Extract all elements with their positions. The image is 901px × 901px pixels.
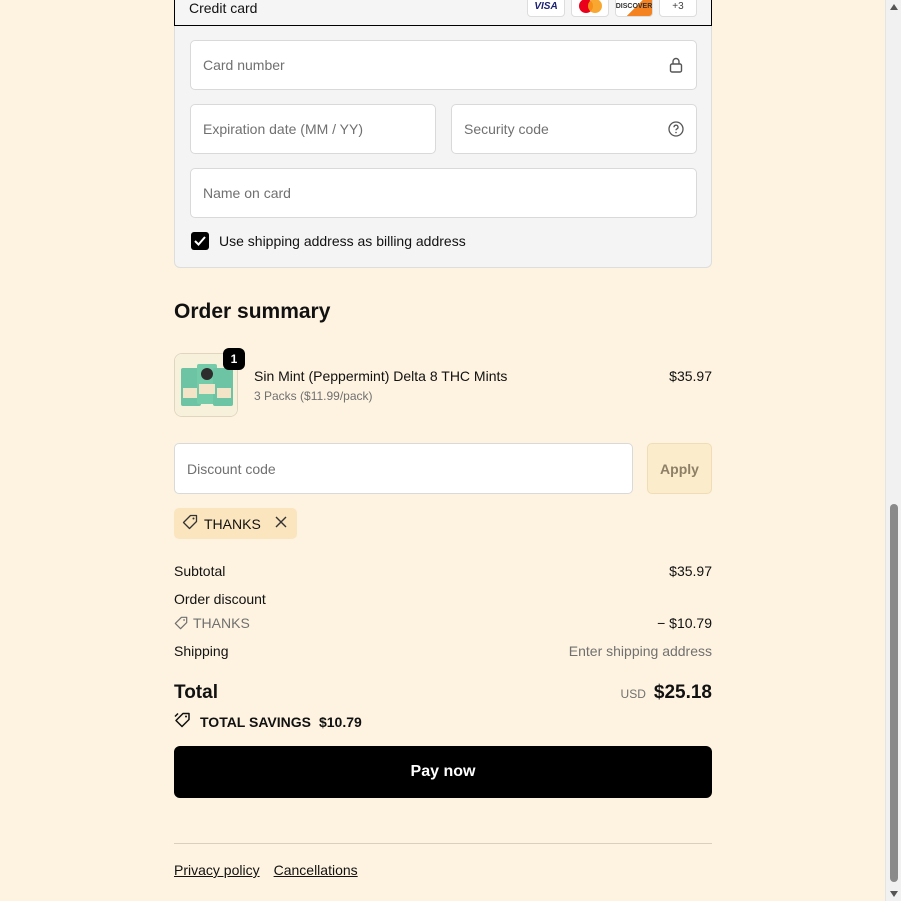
total-value: $25.18 xyxy=(653,682,712,703)
cancellations-link[interactable]: Cancellations xyxy=(274,862,358,878)
discover-logo-icon: DISCOVER xyxy=(615,0,653,17)
subtotal-row: Subtotal $35.97 xyxy=(174,563,712,579)
currency-code: USD xyxy=(620,687,646,701)
billing-checkbox[interactable] xyxy=(191,232,209,250)
shipping-row: Shipping Enter shipping address xyxy=(174,643,712,659)
scroll-thumb[interactable] xyxy=(890,504,898,882)
billing-address-option[interactable]: Use shipping address as billing address xyxy=(191,232,466,250)
visa-logo-icon: VISA xyxy=(527,0,565,17)
savings-value: $10.79 xyxy=(318,713,362,730)
discount-code-placeholder: Discount code xyxy=(187,460,276,477)
name-on-card-placeholder: Name on card xyxy=(203,185,291,201)
expiration-placeholder: Expiration date (MM / YY) xyxy=(203,121,364,137)
remove-discount-icon[interactable] xyxy=(275,515,287,533)
mastercard-logo-icon xyxy=(571,0,609,17)
card-form: Card number Expiration date (MM / YY) Se… xyxy=(174,26,712,268)
card-logos: VISA DISCOVER +3 xyxy=(527,0,697,17)
name-on-card-field[interactable]: Name on card xyxy=(190,168,697,218)
payment-method-label: Credit card xyxy=(189,0,258,16)
applied-code-label: THANKS xyxy=(204,515,261,532)
card-number-placeholder: Card number xyxy=(203,57,285,73)
lock-icon xyxy=(668,57,684,73)
payment-method-header[interactable]: Credit card VISA DISCOVER +3 xyxy=(174,0,712,26)
tag-icon xyxy=(174,712,192,731)
tag-icon xyxy=(182,514,198,533)
footer-links: Privacy policy Cancellations xyxy=(174,862,358,878)
apply-discount-button[interactable]: Apply xyxy=(647,443,712,494)
shipping-label: Shipping xyxy=(174,643,229,659)
billing-checkbox-label: Use shipping address as billing address xyxy=(219,233,466,249)
help-icon[interactable] xyxy=(668,121,684,137)
product-variant: 3 Packs ($11.99/pack) xyxy=(254,389,373,403)
discount-code-row: THANKS − $10.79 xyxy=(174,615,712,631)
product-name: Sin Mint (Peppermint) Delta 8 THC Mints xyxy=(254,368,508,384)
privacy-policy-link[interactable]: Privacy policy xyxy=(174,862,260,878)
total-amount-wrap: USD $25.18 xyxy=(621,682,712,704)
order-discount-label: Order discount xyxy=(174,591,266,607)
shipping-value: Enter shipping address xyxy=(568,643,712,659)
discount-code-input[interactable]: Discount code xyxy=(174,443,633,494)
total-savings: TOTAL SAVINGS $10.79 xyxy=(174,712,362,731)
order-summary-heading: Order summary xyxy=(174,300,331,323)
applied-discount-chip: THANKS xyxy=(174,508,297,539)
total-label: Total xyxy=(174,682,218,703)
total-row: Total USD $25.18 xyxy=(174,682,712,704)
subtotal-label: Subtotal xyxy=(174,563,226,579)
quantity-badge: 1 xyxy=(223,348,245,370)
discount-code-text: THANKS xyxy=(193,615,250,631)
footer-divider xyxy=(174,843,712,844)
discount-code-line: THANKS xyxy=(174,615,250,631)
product-price: $35.97 xyxy=(669,368,712,384)
tag-icon xyxy=(174,616,188,630)
security-code-placeholder: Security code xyxy=(464,121,549,137)
order-discount-row: Order discount xyxy=(174,591,712,607)
pay-now-button[interactable]: Pay now xyxy=(174,746,712,798)
line-item: 1 Sin Mint (Peppermint) Delta 8 THC Mint… xyxy=(174,348,712,418)
scroll-down-icon[interactable] xyxy=(890,891,898,897)
check-icon xyxy=(194,236,206,246)
savings-label: TOTAL SAVINGS xyxy=(200,713,311,730)
scroll-up-icon[interactable] xyxy=(890,4,898,10)
security-code-field[interactable]: Security code xyxy=(451,104,697,154)
card-number-field[interactable]: Card number xyxy=(190,40,697,90)
more-cards-badge: +3 xyxy=(659,0,697,17)
discount-value: − $10.79 xyxy=(657,615,712,631)
subtotal-value: $35.97 xyxy=(669,563,712,579)
expiration-date-field[interactable]: Expiration date (MM / YY) xyxy=(190,104,436,154)
page-scrollbar[interactable] xyxy=(885,0,901,901)
